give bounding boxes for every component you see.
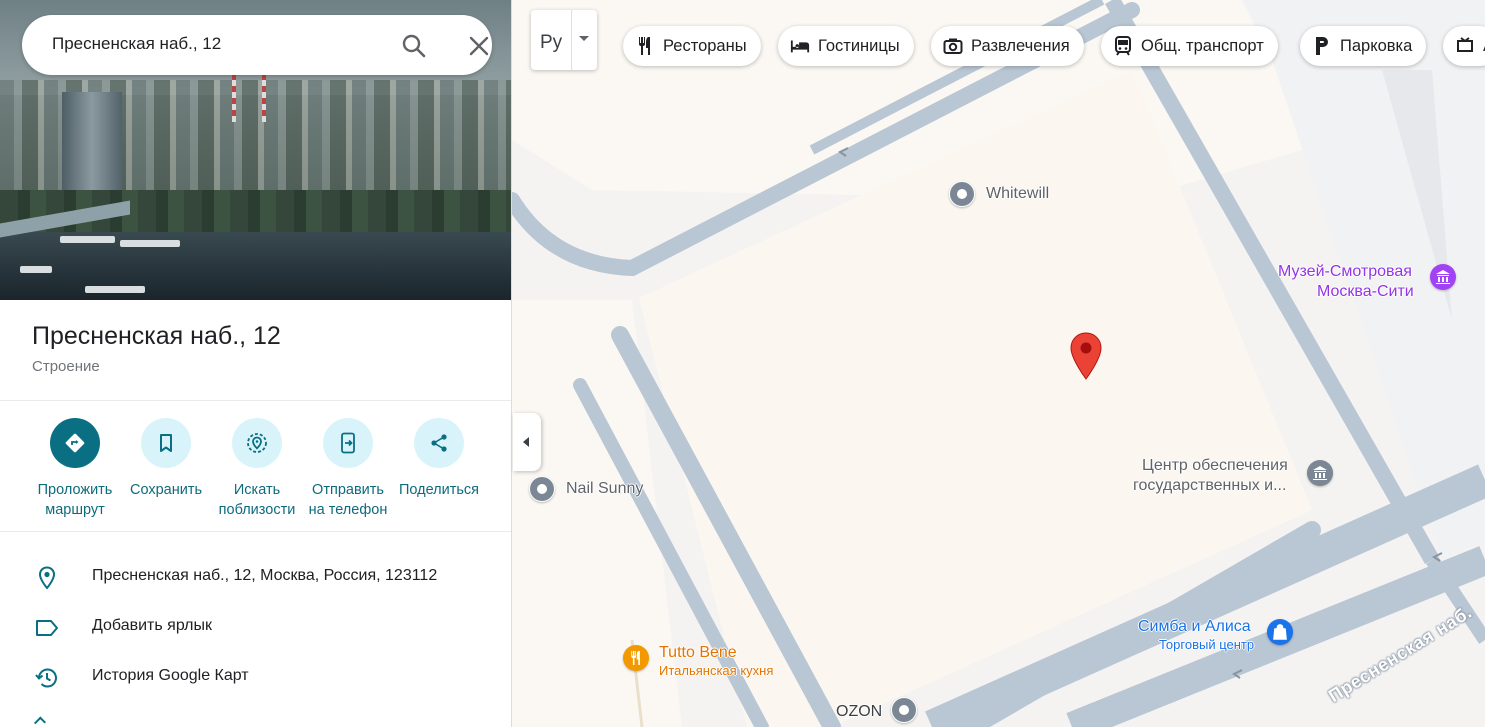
poi-label-museum-2[interactable]: Москва-Сити	[1317, 283, 1414, 301]
restaurant-icon	[623, 645, 649, 671]
add-label-text: Добавить ярлык	[92, 617, 213, 634]
photo-tower	[62, 92, 122, 202]
chip-more[interactable]: А	[1443, 26, 1485, 66]
chip-label: Общ. транспорт	[1141, 36, 1264, 55]
selected-location-marker[interactable]	[1069, 332, 1103, 385]
history-icon	[34, 665, 60, 691]
photo-boat	[120, 240, 180, 247]
action-label: Сохранить	[129, 482, 203, 498]
send-to-phone-icon	[323, 418, 373, 468]
map-layers-button[interactable]: Ру	[531, 10, 597, 70]
chip-transit[interactable]: Общ. транспорт	[1101, 26, 1278, 66]
place-icon	[891, 697, 917, 723]
map-roads	[512, 0, 1485, 727]
government-icon	[1307, 460, 1333, 486]
poi-label-whitewill[interactable]: Whitewill	[986, 185, 1049, 203]
chevron-left-icon	[523, 437, 529, 447]
share-button[interactable]: Поделиться	[389, 418, 489, 500]
chip-label: Рестораны	[663, 36, 747, 55]
red-pin-icon	[1070, 332, 1102, 380]
chip-label: Гостиницы	[818, 36, 900, 55]
send-to-phone-button[interactable]: Отправить на телефон	[298, 418, 398, 520]
save-button[interactable]: Сохранить	[116, 418, 216, 500]
chip-parking[interactable]: Парковка	[1300, 26, 1427, 66]
chip-hotels[interactable]: Гостиницы	[778, 26, 914, 66]
divider	[0, 400, 511, 401]
search-icon[interactable]	[401, 33, 427, 59]
photo-boat	[60, 236, 115, 243]
transit-icon	[1113, 36, 1133, 56]
photo-chimney	[232, 74, 236, 122]
poi-label-ozon[interactable]: OZON	[836, 703, 882, 721]
share-icon	[414, 418, 464, 468]
close-icon[interactable]	[467, 34, 493, 60]
action-label: Искать поблизости	[218, 482, 296, 518]
search-input[interactable]: Пресненская наб., 12	[52, 34, 221, 54]
page-title: Пресненская наб., 12	[32, 322, 281, 350]
directions-icon	[50, 418, 100, 468]
photo-boat	[85, 286, 145, 293]
parking-icon	[1312, 36, 1332, 56]
nearby-icon	[232, 418, 282, 468]
action-label: Поделиться	[398, 482, 480, 498]
place-icon	[529, 476, 555, 502]
divider	[0, 531, 511, 532]
layer-button-divider	[571, 10, 572, 70]
poi-label-simba[interactable]: Симба и Алиса	[1138, 618, 1251, 636]
chevron-down-icon[interactable]	[579, 36, 589, 41]
search-box[interactable]: Пресненская наб., 12	[22, 15, 492, 75]
more-icon	[1455, 36, 1475, 56]
history-row[interactable]: История Google Карт	[0, 653, 511, 701]
add-label-row[interactable]: Добавить ярлык	[0, 603, 511, 651]
directions-button[interactable]: Проложить маршрут	[25, 418, 125, 520]
poi-label-center-1[interactable]: Центр обеспечения	[1142, 457, 1288, 475]
place-category: Строение	[32, 358, 100, 375]
place-panel: Пресненская наб., 12 Пресненская наб., 1…	[0, 0, 512, 727]
history-text: История Google Карт	[92, 667, 249, 684]
nearby-button[interactable]: Искать поблизости	[207, 418, 307, 520]
collapse-panel-button[interactable]	[513, 413, 541, 471]
poi-label-tutto-bene[interactable]: Tutto Bene	[659, 644, 737, 662]
museum-icon	[1430, 264, 1456, 290]
action-label: Проложить маршрут	[37, 482, 113, 518]
chip-restaurants[interactable]: Рестораны	[623, 26, 761, 66]
restaurant-icon	[635, 36, 655, 56]
address-text: Пресненская наб., 12, Москва, Россия, 12…	[92, 567, 438, 584]
map-canvas[interactable]	[512, 0, 1485, 727]
chip-label: Парковка	[1340, 36, 1413, 55]
photo-chimney	[262, 74, 266, 122]
layer-language-label: Ру	[540, 32, 563, 53]
partial-row-icon	[33, 716, 47, 727]
chip-entertainment[interactable]: Развлечения	[931, 26, 1084, 66]
label-icon	[34, 615, 60, 641]
address-row[interactable]: Пресненская наб., 12, Москва, Россия, 12…	[0, 553, 511, 601]
poi-sublabel-tutto-bene: Итальянская кухня	[659, 663, 774, 678]
bookmark-icon	[141, 418, 191, 468]
poi-sublabel-simba: Торговый центр	[1159, 637, 1255, 652]
poi-label-museum-1[interactable]: Музей-Смотровая	[1278, 263, 1412, 281]
poi-label-center-2[interactable]: государственных и...	[1133, 477, 1286, 495]
location-pin-icon	[34, 565, 60, 591]
shopping-bag-icon	[1267, 619, 1293, 645]
hotel-icon	[790, 36, 810, 56]
chip-label: Развлечения	[971, 36, 1070, 55]
poi-label-nail-sunny[interactable]: Nail Sunny	[566, 480, 643, 498]
camera-icon	[943, 36, 963, 56]
place-icon	[949, 181, 975, 207]
photo-boat	[20, 266, 52, 273]
action-label: Отправить на телефон	[308, 482, 388, 518]
